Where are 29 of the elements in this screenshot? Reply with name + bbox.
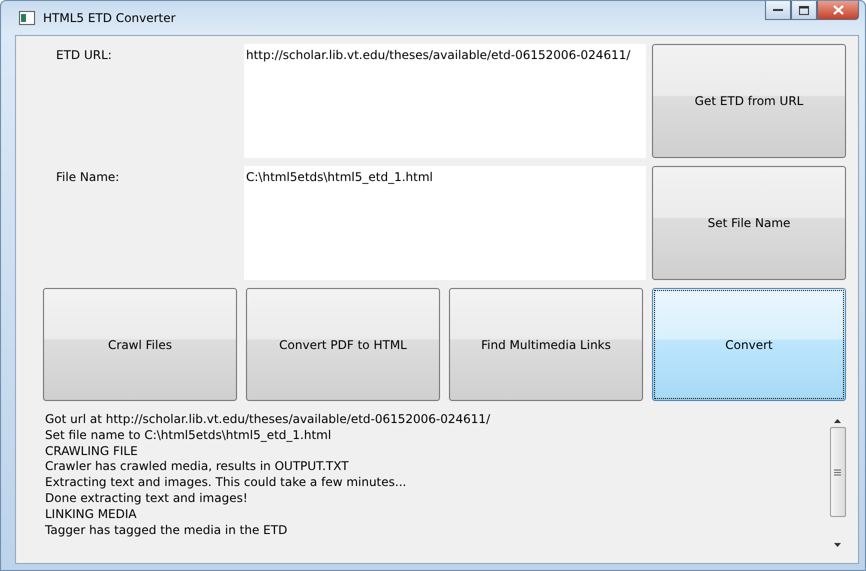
close-button[interactable] [817, 1, 859, 20]
action-button[interactable]: Get ETD from URL [652, 44, 846, 158]
log-line: CRAWLING FILE [45, 444, 139, 460]
log-line: Got url at http://scholar.lib.vt.edu/theses/available/etd-06152006-024611/ [45, 412, 492, 428]
log-line: Crawler has crawled media, results in OUTPUT.TXT [45, 459, 350, 476]
scroll-thumb[interactable] [830, 427, 846, 517]
maximize-icon [799, 6, 809, 14]
scroll-up-icon[interactable] [834, 419, 841, 423]
minimize-icon [773, 8, 783, 12]
action-button[interactable]: Convert PDF to HTML [246, 288, 440, 401]
action-button[interactable]: Crawl Files [43, 288, 237, 401]
log-line: LINKING MEDIA [45, 506, 138, 523]
window-title: HTML5 ETD Converter [43, 11, 176, 25]
log-line: Set file name to C:\html5etds\html5_etd_1.html [45, 428, 332, 444]
log-line: Tagger has tagged the media in the ETD [45, 522, 288, 538]
field-label: ETD URL: [55, 47, 113, 64]
app-icon [19, 11, 35, 25]
maximize-button[interactable] [791, 1, 817, 20]
close-icon [832, 5, 844, 15]
log-line: Extracting text and images. This could take a few minutes... [45, 475, 408, 491]
action-button[interactable]: Find Multimedia Links [449, 288, 643, 401]
minimize-button[interactable] [765, 1, 791, 20]
field-label: File Name: [55, 169, 120, 186]
action-button[interactable]: Set File Name [652, 166, 846, 280]
text-field[interactable]: http://scholar.lib.vt.edu/theses/available/etd-06152006-024611/ [244, 44, 646, 158]
log-line: Done extracting text and images! [45, 490, 249, 507]
action-button[interactable]: Convert [652, 288, 846, 401]
text-field[interactable]: C:\html5etds\html5_etd_1.html [244, 166, 646, 280]
scroll-down-icon[interactable] [834, 543, 841, 547]
